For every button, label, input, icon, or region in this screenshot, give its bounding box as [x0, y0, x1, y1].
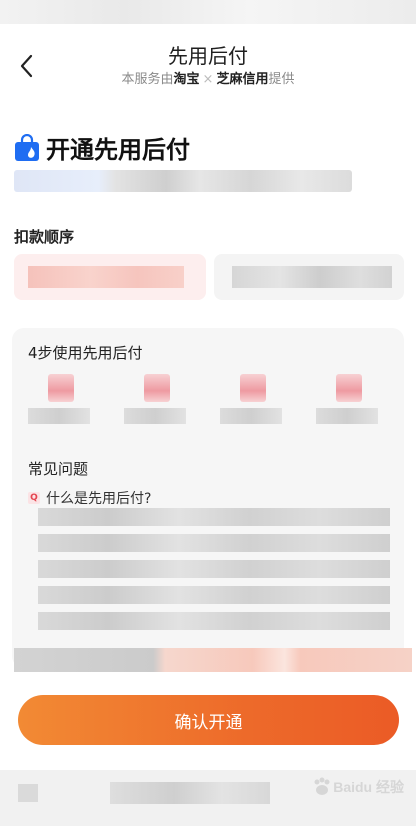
shopping-bag-icon [15, 133, 39, 161]
blurred-option-text [232, 266, 392, 288]
watermark: Baidu 经验 [311, 776, 404, 798]
faq-question-text: 什么是先用后付? [46, 491, 152, 507]
separator: × [202, 72, 214, 87]
blurred-description [14, 170, 352, 192]
deduction-option[interactable] [214, 254, 404, 300]
faq-question[interactable]: Q 什么是先用后付? [28, 488, 151, 508]
provider-subtitle: 本服务由淘宝 × 芝麻信用提供 [0, 68, 416, 87]
faq-title: 常见问题 [28, 460, 89, 478]
open-service-heading: 开通先用后付 [14, 130, 190, 165]
subtitle-prefix: 本服务由 [121, 72, 174, 87]
step-item [220, 374, 290, 434]
blurred-faq-answer [38, 508, 390, 638]
page-title: 先用后付 [168, 44, 248, 68]
step-item [316, 374, 386, 434]
blurred-agreement-line [14, 648, 412, 672]
info-card: 4步使用先用后付 常见问题 Q 什么是先用后付? [12, 328, 404, 668]
paw-logo-icon [314, 777, 330, 795]
header: 先用后付 本服务由淘宝 × 芝麻信用提供 [0, 24, 416, 104]
blurred-bottom-icon [18, 784, 38, 802]
confirm-open-button[interactable]: 确认开通 [18, 695, 399, 745]
step-item [124, 374, 194, 434]
deduction-order-label: 扣款顺序 [14, 228, 75, 246]
open-service-title: 开通先用后付 [46, 136, 190, 164]
blurred-option-text [28, 266, 184, 288]
provider-zhima: 芝麻信用 [216, 72, 269, 87]
blurred-bottom-text [110, 782, 270, 804]
subtitle-suffix: 提供 [268, 72, 295, 87]
blurred-step-text [28, 408, 90, 424]
page: 先用后付 本服务由淘宝 × 芝麻信用提供 开通先用后付 扣款顺序 4步使用先用后付 [0, 0, 416, 826]
blurred-step-text [124, 408, 186, 424]
blurred-status-strip [0, 0, 416, 34]
step-icon [240, 374, 266, 402]
step-icon [336, 374, 362, 402]
blurred-step-text [316, 408, 378, 424]
watermark-text: Baidu 经验 [333, 779, 404, 795]
provider-taobao: 淘宝 [173, 72, 200, 87]
blurred-step-text [220, 408, 282, 424]
step-icon [48, 374, 74, 402]
step-item [28, 374, 98, 434]
question-badge-icon: Q [28, 492, 40, 504]
deduction-option-selected[interactable] [14, 254, 206, 300]
step-icon [144, 374, 170, 402]
steps-title: 4步使用先用后付 [28, 344, 143, 362]
